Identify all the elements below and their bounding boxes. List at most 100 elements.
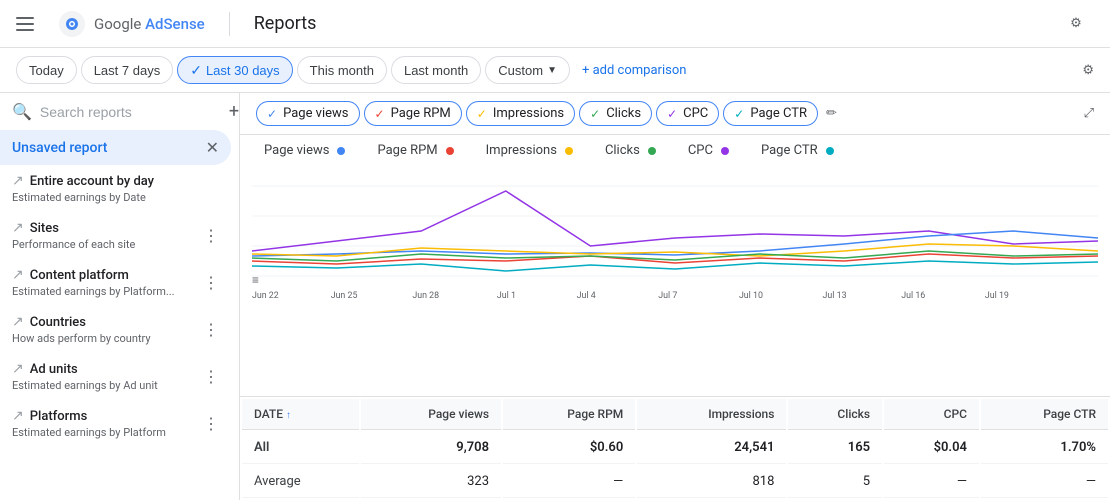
check-pagectr: ✓ <box>734 107 744 121</box>
countries-menu-icon[interactable]: ⋮ <box>203 320 219 339</box>
row-all-clicks: 165 <box>788 432 882 464</box>
row-avg-clicks: 5 <box>788 466 882 498</box>
row-all-pagectr: 1.70% <box>981 432 1108 464</box>
check-clicks: ✓ <box>590 107 600 121</box>
date-bar-settings[interactable]: ⚙ <box>1082 63 1094 78</box>
row-avg-pagectr: — <box>981 466 1108 498</box>
legend-impressions: Impressions <box>486 143 573 158</box>
tab-cpc[interactable]: ✓ CPC <box>656 101 719 126</box>
logo-area: Google AdSense Reports <box>16 10 316 38</box>
tab-impressions[interactable]: ✓ Impressions <box>466 101 575 126</box>
sidebar: 🔍 + Unsaved report ✕ ↗ Entire account by… <box>0 93 240 500</box>
sidebar-item-platforms[interactable]: ↗ Platforms Estimated earnings by Platfo… <box>0 400 231 447</box>
add-comparison-button[interactable]: + add comparison <box>574 63 694 78</box>
line-chart: Jun 22 Jun 25 Jun 28 Jul 1 Jul 4 Jul 7 J… <box>252 166 1098 306</box>
add-report-icon[interactable]: + <box>229 101 239 122</box>
close-report-icon[interactable]: ✕ <box>206 138 219 157</box>
svg-text:Jul 7: Jul 7 <box>658 291 677 301</box>
last30days-button[interactable]: ✓ Last 30 days <box>177 56 292 84</box>
report-icon-content-platform: ↗ <box>12 267 24 283</box>
row-all-impressions: 24,541 <box>637 432 786 464</box>
dot-pageviews <box>337 147 345 155</box>
svg-text:Jul 10: Jul 10 <box>739 291 763 301</box>
top-bar-right: ⚙ <box>1058 6 1094 42</box>
col-impressions[interactable]: Impressions <box>637 399 786 430</box>
date-filter-bar: Today Last 7 days ✓ Last 30 days This mo… <box>0 48 1110 93</box>
col-pageviews[interactable]: Page views <box>361 399 501 430</box>
search-bar: 🔍 + <box>0 93 239 130</box>
content-area: ✓ Page views ✓ Page RPM ✓ Impressions ✓ … <box>240 93 1110 500</box>
legend-pagerpm: Page RPM <box>377 143 453 158</box>
sidebar-item-sites[interactable]: ↗ Sites Performance of each site ⋮ <box>0 212 231 259</box>
svg-text:≡: ≡ <box>252 273 259 287</box>
search-input[interactable] <box>40 104 221 120</box>
header-divider <box>229 12 230 36</box>
data-table: DATE ↑ Page views Page RPM Impressions C… <box>240 396 1110 500</box>
report-icon-ad-units: ↗ <box>12 361 24 377</box>
sidebar-item-content-platform[interactable]: ↗ Content platform Estimated earnings by… <box>0 259 231 306</box>
sites-menu-icon[interactable]: ⋮ <box>203 226 219 245</box>
row-all-cpc: $0.04 <box>884 432 979 464</box>
today-button[interactable]: Today <box>16 56 77 84</box>
svg-text:Jul 13: Jul 13 <box>823 291 847 301</box>
dot-pagerpm <box>446 147 454 155</box>
legend-pageviews: Page views <box>264 143 345 158</box>
chart-area: Jun 22 Jun 25 Jun 28 Jul 1 Jul 4 Jul 7 J… <box>240 166 1110 396</box>
report-icon-sites: ↗ <box>12 220 24 236</box>
edit-metrics-icon[interactable]: ✏ <box>826 106 837 121</box>
content-platform-menu-icon[interactable]: ⋮ <box>203 273 219 292</box>
row-all-pagerpm: $0.60 <box>503 432 635 464</box>
sort-icon: ↑ <box>286 410 291 421</box>
row-all-pageviews: 9,708 <box>361 432 501 464</box>
tab-pagerpm[interactable]: ✓ Page RPM <box>364 101 462 126</box>
check-impressions: ✓ <box>477 107 487 121</box>
dot-pagectr <box>826 147 834 155</box>
tab-pagectr[interactable]: ✓ Page CTR <box>723 101 818 126</box>
top-bar: Google AdSense Reports ⚙ <box>0 0 1110 48</box>
hamburger-menu[interactable] <box>16 17 34 31</box>
legend-clicks: Clicks <box>605 143 656 158</box>
svg-text:Jul 19: Jul 19 <box>985 291 1009 301</box>
legend-pagectr: Page CTR <box>761 143 834 158</box>
dot-clicks <box>648 147 656 155</box>
check-pagerpm: ✓ <box>375 107 385 121</box>
report-icon-entire-account: ↗ <box>12 173 24 189</box>
svg-text:Jul 16: Jul 16 <box>901 291 925 301</box>
tab-pageviews[interactable]: ✓ Page views <box>256 101 360 126</box>
row-avg-cpc: — <box>884 466 979 498</box>
svg-text:Jun 22: Jun 22 <box>252 291 279 301</box>
expand-chart-icon[interactable]: ⤢ <box>1084 106 1094 121</box>
sidebar-item-countries[interactable]: ↗ Countries How ads perform by country ⋮ <box>0 306 231 353</box>
main-layout: 🔍 + Unsaved report ✕ ↗ Entire account by… <box>0 93 1110 500</box>
metric-tabs: ✓ Page views ✓ Page RPM ✓ Impressions ✓ … <box>240 93 1110 135</box>
platforms-menu-icon[interactable]: ⋮ <box>203 414 219 433</box>
sidebar-item-entire-account[interactable]: ↗ Entire account by day Estimated earnin… <box>0 165 231 212</box>
row-avg-impressions: 818 <box>637 466 786 498</box>
lastmonth-button[interactable]: Last month <box>391 56 481 84</box>
dot-impressions <box>565 147 573 155</box>
logo-text: Google AdSense <box>94 15 205 33</box>
tab-clicks[interactable]: ✓ Clicks <box>579 101 652 126</box>
thismonth-button[interactable]: This month <box>297 56 387 84</box>
custom-button[interactable]: Custom ▼ <box>485 56 570 84</box>
col-clicks[interactable]: Clicks <box>788 399 882 430</box>
search-icon: 🔍 <box>12 102 32 121</box>
sidebar-item-ad-units[interactable]: ↗ Ad units Estimated earnings by Ad unit… <box>0 353 231 400</box>
col-cpc[interactable]: CPC <box>884 399 979 430</box>
ad-units-menu-icon[interactable]: ⋮ <box>203 367 219 386</box>
page-title: Reports <box>254 13 317 34</box>
report-icon-countries: ↗ <box>12 314 24 330</box>
col-date[interactable]: DATE ↑ <box>242 399 359 430</box>
unsaved-report-label: Unsaved report <box>12 140 107 156</box>
col-pagerpm[interactable]: Page RPM <box>503 399 635 430</box>
report-icon-platforms: ↗ <box>12 408 24 424</box>
svg-text:Jul 4: Jul 4 <box>577 291 596 301</box>
unsaved-report-item[interactable]: Unsaved report ✕ <box>0 130 231 165</box>
row-avg-pagerpm: — <box>503 466 635 498</box>
table-header-row: DATE ↑ Page views Page RPM Impressions C… <box>242 399 1108 430</box>
table-row: Average 323 — 818 5 — — <box>242 466 1108 498</box>
last7days-button[interactable]: Last 7 days <box>81 56 174 84</box>
svg-text:Jun 25: Jun 25 <box>331 291 358 301</box>
col-pagectr[interactable]: Page CTR <box>981 399 1108 430</box>
settings-button[interactable]: ⚙ <box>1058 6 1094 42</box>
